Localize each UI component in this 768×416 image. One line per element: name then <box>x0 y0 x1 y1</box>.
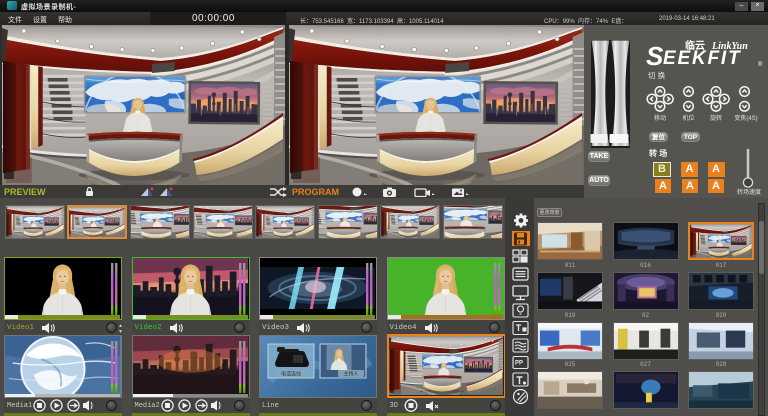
svg-text:S: S <box>646 41 664 71</box>
svg-text:转 场: 转 场 <box>649 148 667 158</box>
svg-text:EEKFIT: EEKFIT <box>663 48 741 69</box>
svg-text:移动: 移动 <box>654 114 666 122</box>
svg-text:旋转: 旋转 <box>710 114 722 122</box>
svg-text:转场速度: 转场速度 <box>737 188 761 196</box>
svg-text:®: ® <box>758 61 763 68</box>
svg-text:电话连线: 电话连线 <box>281 371 301 378</box>
svg-text:变焦(4S): 变焦(4S) <box>734 114 757 122</box>
svg-text:主持人: 主持人 <box>343 371 358 378</box>
svg-text:PP: PP <box>515 361 523 367</box>
svg-text:切 换: 切 换 <box>648 70 666 80</box>
svg-text:机位: 机位 <box>682 114 694 122</box>
